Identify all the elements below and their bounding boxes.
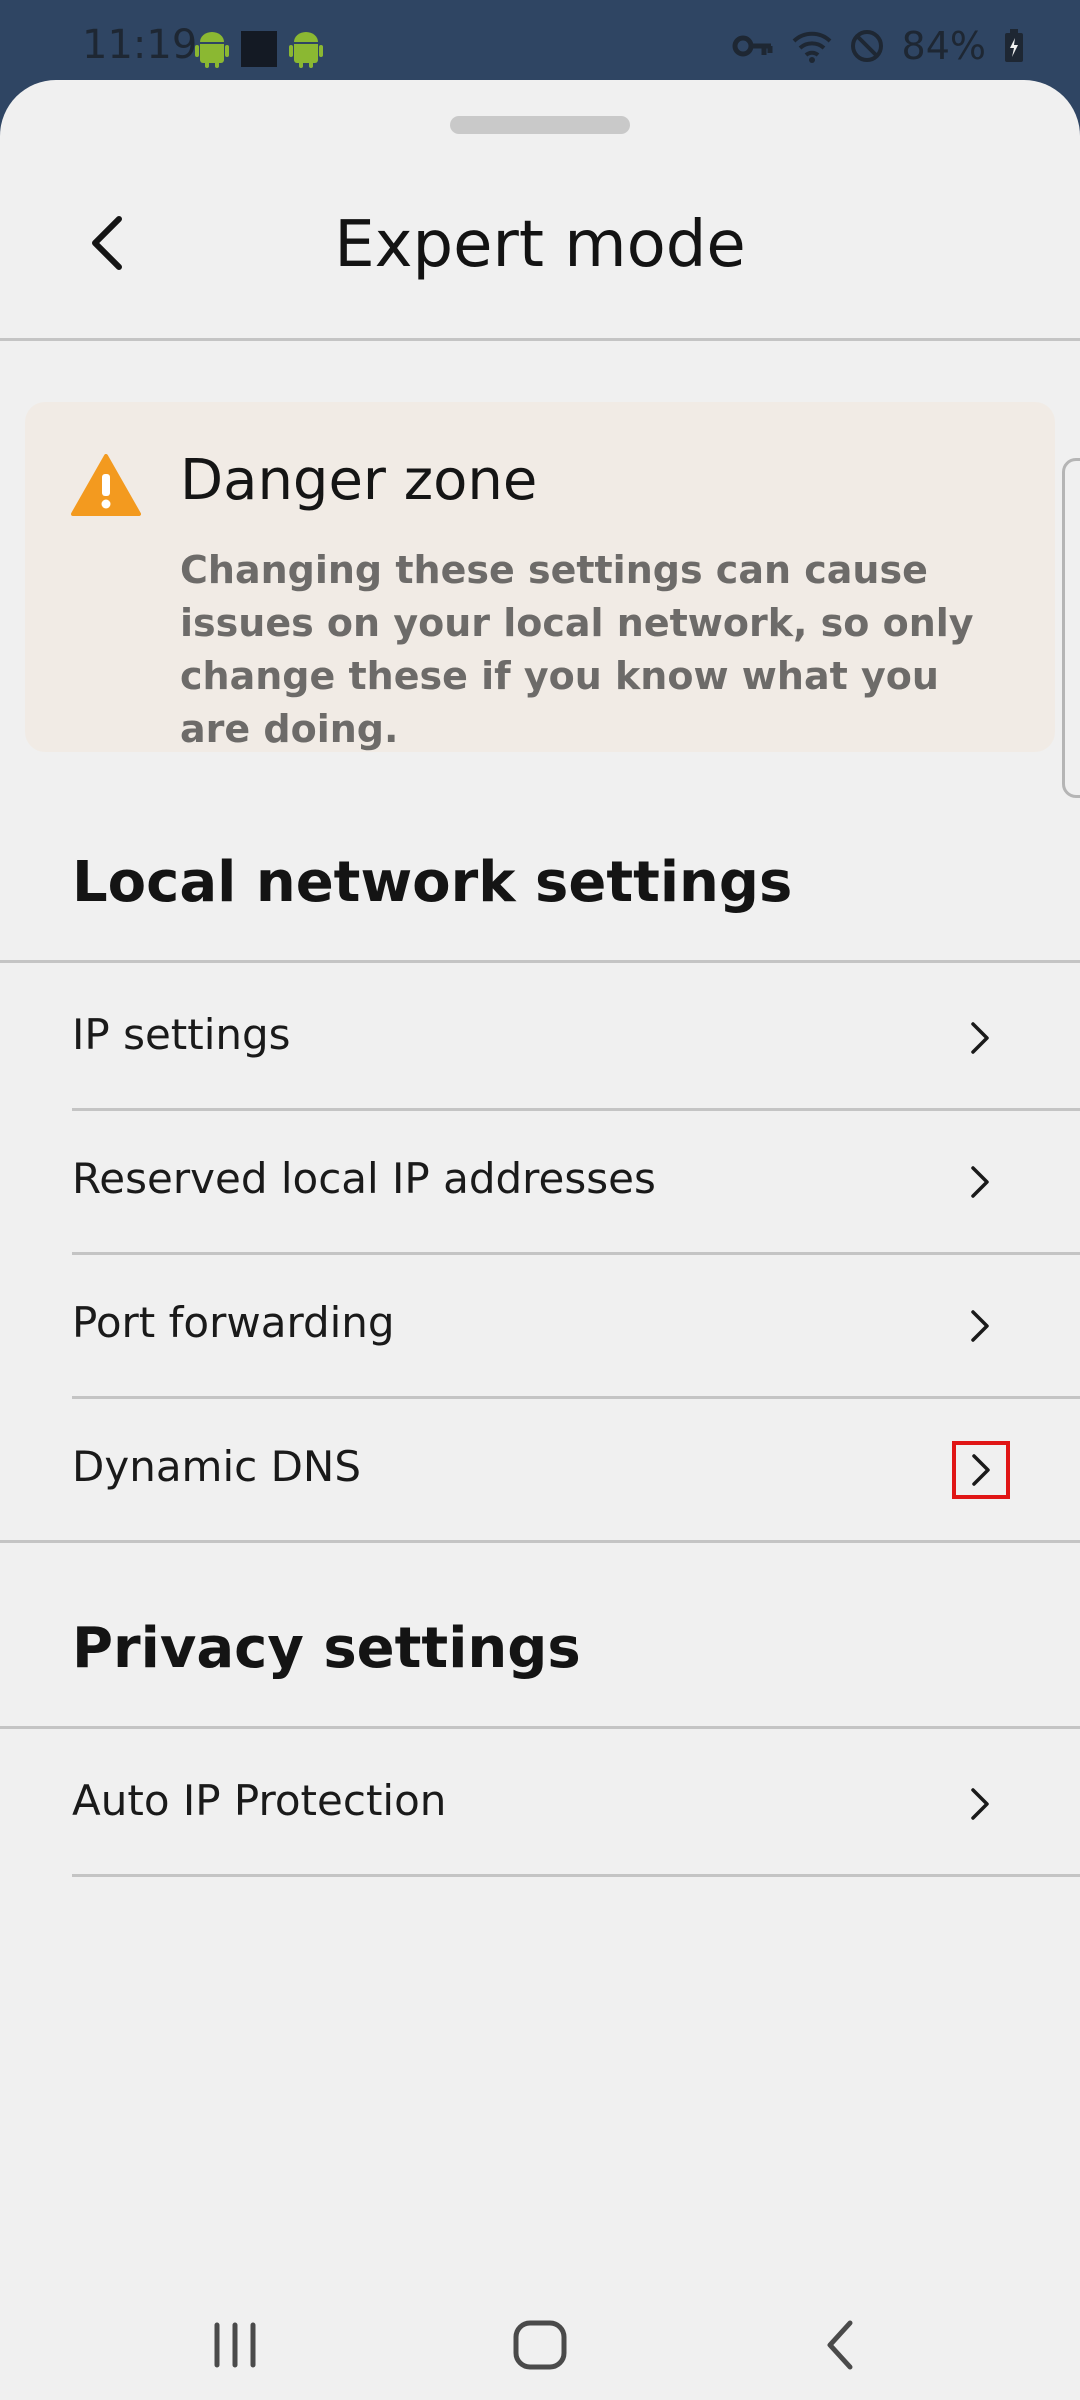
list-item-reserved-local-ip[interactable]: Reserved local IP addresses <box>0 1112 1080 1252</box>
header-divider <box>0 338 1080 341</box>
list-item-label: Auto IP Protection <box>72 1776 447 1825</box>
vpn-key-icon <box>732 35 773 57</box>
battery-percent: 84% <box>901 24 986 68</box>
battery-charging-icon <box>1005 29 1023 62</box>
system-back-button[interactable] <box>800 2310 880 2380</box>
home-button[interactable] <box>495 2310 585 2380</box>
section-divider <box>0 960 1080 963</box>
android-icon <box>195 32 229 68</box>
chevron-right-icon <box>950 1008 1010 1068</box>
chevron-right-icon <box>950 1774 1010 1834</box>
back-arrow-icon <box>827 2320 853 2370</box>
chevron-right-icon[interactable] <box>952 1441 1010 1499</box>
danger-zone-card: Danger zone Changing these settings can … <box>25 402 1055 752</box>
do-not-disturb-icon <box>850 30 883 62</box>
wifi-icon <box>792 31 831 63</box>
section-divider <box>0 1726 1080 1729</box>
list-item-label: Dynamic DNS <box>72 1442 361 1491</box>
list-item-label: Port forwarding <box>72 1298 395 1347</box>
status-left-icons <box>195 30 323 68</box>
sheet-drag-handle[interactable] <box>450 116 630 134</box>
section-divider <box>0 1540 1080 1543</box>
row-divider <box>72 1874 1080 1877</box>
chevron-right-icon <box>950 1152 1010 1212</box>
home-icon <box>513 2320 567 2370</box>
list-item-port-forwarding[interactable]: Port forwarding <box>0 1256 1080 1396</box>
row-divider <box>72 1396 1080 1399</box>
expert-mode-sheet: Expert mode Danger zone Changing these s… <box>0 80 1080 2400</box>
recent-apps-button[interactable] <box>195 2310 275 2380</box>
list-item-label: Reserved local IP addresses <box>72 1154 656 1203</box>
status-time: 11:19 <box>82 22 198 68</box>
page-title: Expert mode <box>334 208 746 282</box>
section-title-privacy: Privacy settings <box>72 1616 581 1681</box>
scroll-indicator <box>1062 458 1080 798</box>
list-item-auto-ip-protection[interactable]: Auto IP Protection <box>0 1734 1080 1874</box>
row-divider <box>72 1252 1080 1255</box>
list-item-ip-settings[interactable]: IP settings <box>0 968 1080 1108</box>
section-title-local-network: Local network settings <box>72 850 793 915</box>
warning-icon <box>71 454 141 516</box>
danger-zone-description: Changing these settings can cause issues… <box>180 548 974 751</box>
danger-zone-title: Danger zone <box>180 448 538 513</box>
top-app-bar: Expert mode <box>0 170 1080 330</box>
row-divider <box>72 1108 1080 1111</box>
android-icon <box>289 32 323 68</box>
list-item-label: IP settings <box>72 1010 291 1059</box>
recent-apps-icon <box>214 2322 256 2368</box>
notification-square-icon <box>241 31 277 67</box>
chevron-right-icon <box>950 1296 1010 1356</box>
status-right-icons: 84% <box>732 24 1024 68</box>
list-item-dynamic-dns[interactable]: Dynamic DNS <box>0 1400 1080 1540</box>
system-nav-bar <box>0 2290 1080 2400</box>
